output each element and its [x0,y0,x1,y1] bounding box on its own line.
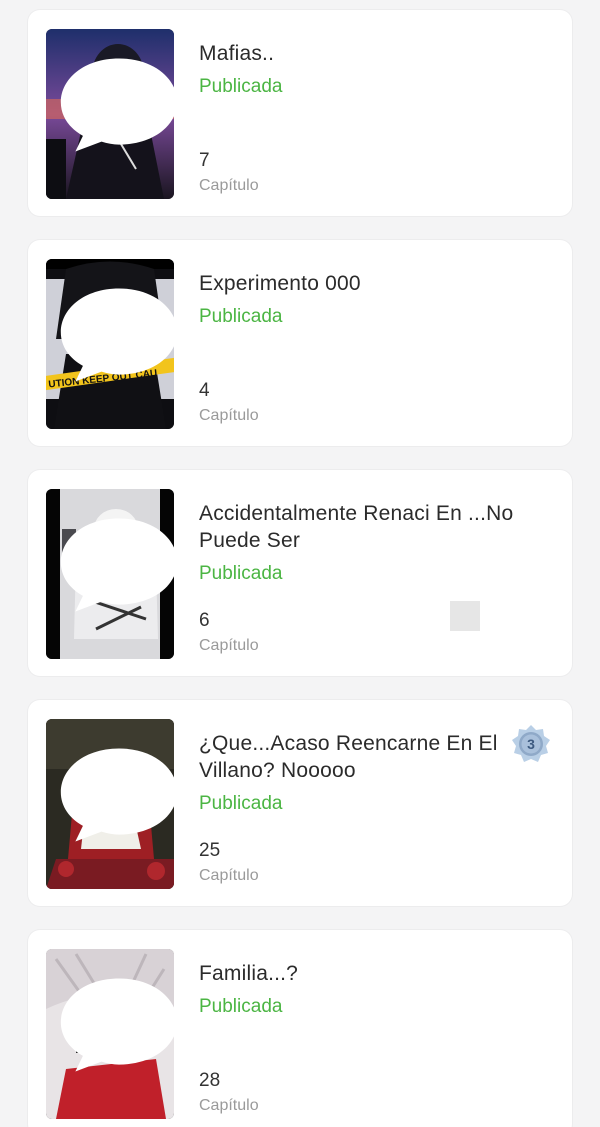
story-list: Mafias.. Publicada 7 Capítulo UTION KEEP… [0,0,600,1127]
placeholder-square [450,601,480,631]
chapter-label: Capítulo [199,177,259,194]
chapter-count: 7 [199,150,210,171]
chapter-label: Capítulo [199,867,259,884]
story-status: Publicada [199,563,283,584]
story-card[interactable]: Mafias.. Publicada 7 Capítulo [28,10,572,216]
story-card[interactable]: Familia...? Publicada 28 Capítulo [28,930,572,1127]
story-cover-image[interactable] [46,949,174,1119]
story-status: Publicada [199,996,283,1017]
story-title[interactable]: Experimento 000 [199,270,554,297]
story-title[interactable]: Familia...? [199,960,554,987]
medal-badge-icon: 3 [512,725,550,762]
story-status: Publicada [199,76,283,97]
story-title[interactable]: ¿Que...Acaso Reencarne En El Villano? No… [199,730,554,784]
story-info: Experimento 000 Publicada 4 Capítulo [199,270,554,432]
story-title[interactable]: Mafias.. [199,40,554,67]
story-status: Publicada [199,793,283,814]
chapter-count: 4 [199,380,210,401]
chapter-count: 28 [199,1070,221,1091]
story-title[interactable]: Accidentalmente Renaci En ...No Puede Se… [199,500,554,554]
story-card[interactable]: Accidentalmente Renaci En ...No Puede Se… [28,470,572,676]
story-info: ¿Que...Acaso Reencarne En El Villano? No… [199,730,554,892]
story-cover-image[interactable] [46,489,174,659]
story-card[interactable]: UTION KEEP OUT CAU Experimento 000 Publi… [28,240,572,446]
story-info: Accidentalmente Renaci En ...No Puede Se… [199,500,554,662]
story-status: Publicada [199,306,283,327]
story-info: Mafias.. Publicada 7 Capítulo [199,40,554,202]
story-card[interactable]: ¿Que...Acaso Reencarne En El Villano? No… [28,700,572,906]
chapter-label: Capítulo [199,637,259,654]
comment-bubble-icon [60,58,174,152]
chapter-count: 6 [199,610,210,631]
comment-bubble-icon [60,518,174,612]
chapter-count: 25 [199,840,221,861]
comment-bubble-icon [60,978,174,1072]
chapter-label: Capítulo [199,1097,259,1114]
story-info: Familia...? Publicada 28 Capítulo [199,960,554,1122]
medal-number: 3 [527,736,535,752]
story-cover-image[interactable] [46,719,174,889]
comment-bubble-icon [60,748,174,842]
story-cover-image[interactable] [46,29,174,199]
comment-bubble-icon [60,288,174,382]
chapter-label: Capítulo [199,407,259,424]
story-cover-image[interactable]: UTION KEEP OUT CAU [46,259,174,429]
